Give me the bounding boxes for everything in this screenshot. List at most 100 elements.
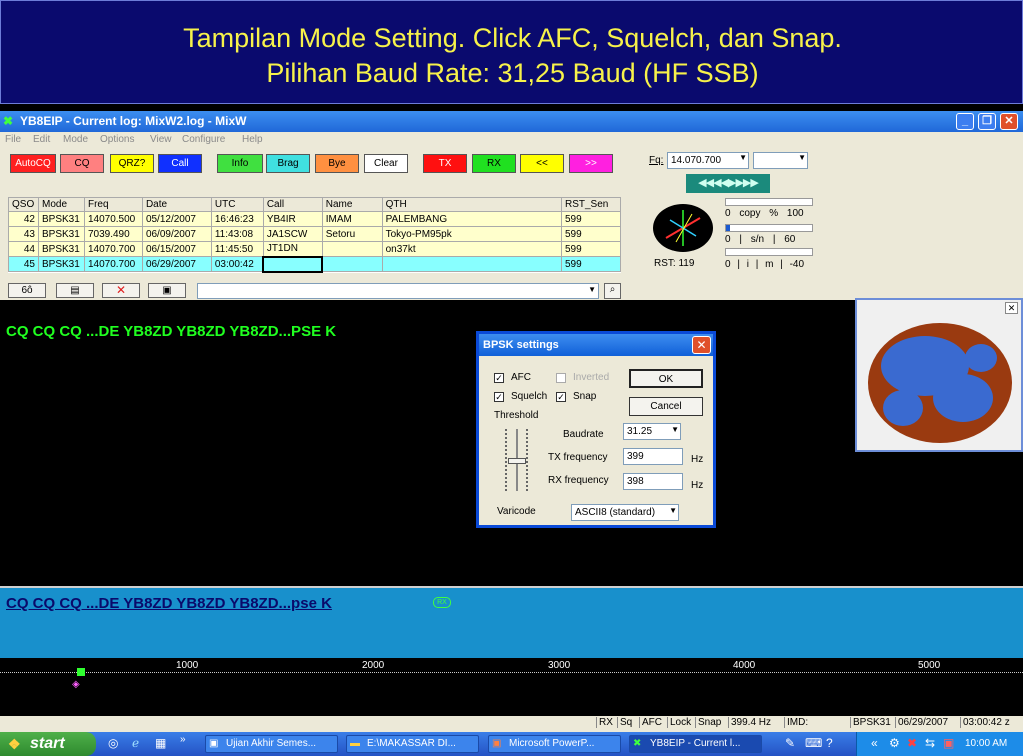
start-button[interactable]: ❖ start [0, 732, 96, 756]
snap-checkbox[interactable]: ✓ [556, 392, 566, 402]
cell-date: 06/29/2007 [141, 256, 212, 272]
help-icon[interactable]: ? [826, 736, 833, 750]
cursor-flag-icon[interactable] [77, 668, 85, 676]
afc-checkbox[interactable]: ✓ [494, 373, 504, 383]
rx-button[interactable]: RX [472, 154, 516, 173]
col-qth[interactable]: QTH [381, 197, 562, 212]
cq-button[interactable]: CQ [60, 154, 104, 173]
table-row-current[interactable]: 45 BPSK31 14070.700 06/29/2007 03:00:42 … [8, 255, 622, 273]
col-utc[interactable]: UTC [210, 197, 264, 212]
bye-button[interactable]: Bye [315, 154, 359, 173]
more-icon[interactable]: » [180, 734, 186, 745]
ie-icon[interactable]: ℯ [132, 736, 139, 750]
connection-icon[interactable]: ⇆ [925, 736, 935, 750]
close-button[interactable]: ✕ [1000, 113, 1018, 130]
edit-icon[interactable]: ▤ [56, 283, 94, 298]
network-icon[interactable]: ⚙ [889, 736, 900, 750]
chevron-down-icon[interactable]: ▼ [588, 285, 596, 294]
tune-arrows[interactable]: ◀◀◀◀▶▶▶▶ [686, 174, 770, 193]
baudrate-select[interactable]: 31.25 ▼ [623, 423, 681, 440]
diamond-marker-icon[interactable]: ◈ [72, 679, 80, 690]
task-folder[interactable]: ▬ E:\MAKASSAR DI... [346, 735, 479, 753]
dialog-close-icon[interactable]: ✕ [692, 336, 711, 354]
powerpoint-icon: ▣ [492, 738, 502, 749]
brag-button[interactable]: Brag [266, 154, 310, 173]
cell-date: 06/15/2007 [141, 241, 212, 257]
inverted-checkbox[interactable] [556, 373, 566, 383]
menu-view[interactable]: View [150, 134, 172, 145]
menu-file[interactable]: File [5, 134, 21, 145]
col-date[interactable]: Date [141, 197, 212, 212]
tx-text: CQ CQ CQ ...DE YB8ZD YB8ZD YB8ZD...pse K [6, 595, 332, 612]
waterfall-scale [0, 672, 1023, 673]
name-input[interactable] [321, 256, 383, 272]
quicklaunch-icon[interactable]: ◎ [108, 736, 118, 750]
status-imd: IMD: [784, 717, 808, 728]
delete-icon[interactable]: ✕ [102, 283, 140, 298]
clear-button[interactable]: Clear [364, 154, 408, 173]
ok-button[interactable]: OK [629, 369, 703, 388]
save-icon[interactable]: ▣ [148, 283, 186, 298]
info-button[interactable]: Info [217, 154, 263, 173]
keyboard-icon[interactable]: ⌨ [805, 736, 822, 750]
col-name[interactable]: Name [321, 197, 383, 212]
table-row[interactable]: 42 BPSK31 14070.500 05/12/2007 16:46:23 … [8, 211, 622, 227]
squelch-checkbox[interactable]: ✓ [494, 392, 504, 402]
menu-options[interactable]: Options [100, 134, 134, 145]
tray-app-icon[interactable]: ▣ [943, 736, 954, 750]
folder-icon: ▬ [350, 738, 360, 749]
tx-button[interactable]: TX [423, 154, 467, 173]
task-powerpoint[interactable]: ▣ Microsoft PowerP... [488, 735, 621, 753]
varicode-select[interactable]: ASCII8 (standard) ▼ [571, 504, 679, 521]
chevron-down-icon[interactable]: ▼ [798, 153, 806, 162]
col-freq[interactable]: Freq [83, 197, 143, 212]
tray-expand-icon[interactable]: « [871, 736, 878, 750]
window-titlebar[interactable]: ✖ YB8EIP - Current log: MixW2.log - MixW… [0, 111, 1023, 132]
chevron-down-icon[interactable]: ▼ [669, 506, 677, 515]
autocq-button[interactable]: AutoCQ [10, 154, 56, 173]
slider-thumb[interactable] [508, 458, 526, 464]
task-ujian[interactable]: ▣ Ujian Akhir Semes... [205, 735, 338, 753]
freq-input[interactable]: 14.070.700 ▼ [667, 152, 749, 169]
col-call[interactable]: Call [262, 197, 323, 212]
search-icon[interactable]: ⌕ [604, 283, 621, 299]
threshold-slider[interactable] [501, 429, 533, 491]
prev-button[interactable]: << [520, 154, 564, 173]
tx-frequency-input[interactable]: 399 [623, 448, 683, 465]
cell-utc: 16:46:23 [210, 211, 264, 227]
col-rst[interactable]: RST_Sen [560, 197, 622, 212]
menu-help[interactable]: Help [242, 134, 263, 145]
glasses-icon[interactable]: 6ô [8, 283, 46, 298]
menu-edit[interactable]: Edit [33, 134, 50, 145]
log-search-combo[interactable]: ▼ [197, 283, 599, 299]
menu-configure[interactable]: Configure [182, 134, 225, 145]
minimize-button[interactable]: _ [956, 113, 974, 130]
band-select[interactable]: ▼ [753, 152, 808, 169]
next-button[interactable]: >> [569, 154, 613, 173]
rx-frequency-input[interactable]: 398 [623, 473, 683, 490]
qth-input[interactable] [381, 256, 562, 272]
qrz-button[interactable]: QRZ? [110, 154, 154, 173]
show-desktop-icon[interactable]: ▦ [155, 736, 166, 750]
cell-utc: 03:00:42 [210, 256, 264, 272]
call-input[interactable] [262, 255, 324, 273]
cancel-button[interactable]: Cancel [629, 397, 703, 416]
menu-mode[interactable]: Mode [63, 134, 88, 145]
waterfall[interactable]: 1000 2000 3000 4000 5000 ◈ [0, 658, 1023, 716]
col-mode[interactable]: Mode [37, 197, 85, 212]
dialog-titlebar[interactable]: BPSK settings [479, 334, 713, 356]
system-tray: « ⚙ ✖ ⇆ ▣ 10:00 AM [856, 732, 1023, 756]
antivirus-icon[interactable]: ✖ [907, 736, 917, 750]
chevron-down-icon[interactable]: ▼ [739, 153, 747, 162]
restore-button[interactable]: ❐ [978, 113, 996, 130]
task-mixw[interactable]: ✖ YB8EIP - Current l... [629, 735, 762, 753]
globe-close-icon[interactable]: ✕ [1005, 302, 1018, 314]
col-qso[interactable]: QSO [8, 197, 39, 212]
pen-icon[interactable]: ✎ [785, 736, 795, 750]
table-row[interactable]: 43 BPSK31 7039.490 06/09/2007 11:43:08 J… [8, 226, 622, 242]
call-button[interactable]: Call [158, 154, 202, 173]
tx-window[interactable]: CQ CQ CQ ...DE YB8ZD YB8ZD YB8ZD...pse K… [0, 586, 1023, 658]
cell-qso: 43 [8, 226, 39, 242]
chevron-down-icon[interactable]: ▼ [671, 425, 679, 434]
table-row[interactable]: 44 BPSK31 14070.700 06/15/2007 11:45:50 … [8, 241, 622, 257]
